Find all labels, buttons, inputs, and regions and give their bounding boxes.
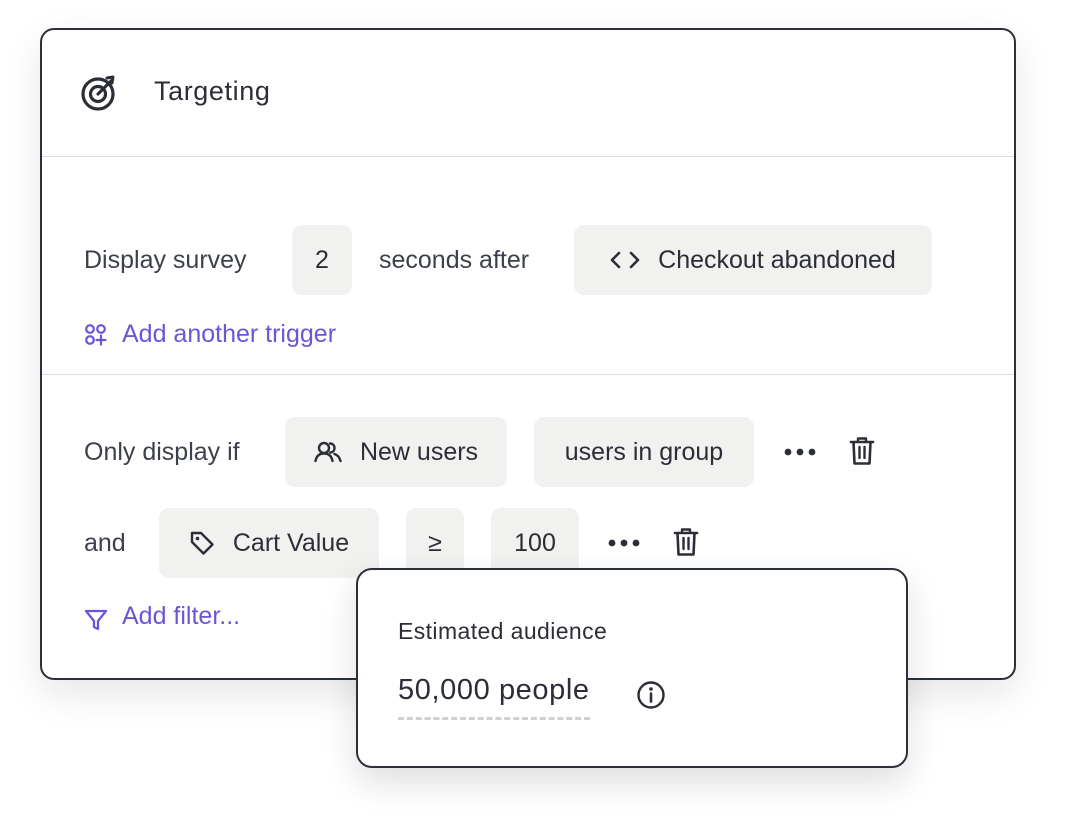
filter-prefix-label: Only display if [84, 438, 240, 466]
add-filter-link[interactable]: Add filter... [84, 600, 240, 632]
tag-icon [190, 531, 214, 555]
and-label: and [84, 529, 126, 557]
info-icon[interactable] [636, 680, 666, 710]
code-icon [610, 251, 640, 269]
property-label: Cart Value [232, 528, 350, 557]
trash-icon[interactable] [673, 527, 699, 557]
group-selector[interactable]: New users [285, 417, 507, 487]
more-options-icon[interactable] [784, 448, 816, 456]
property-selector[interactable]: Cart Value [159, 508, 379, 578]
add-trigger-link[interactable]: Add another trigger [84, 320, 336, 349]
audience-value: 50,000 people [398, 674, 590, 720]
add-trigger-label: Add another trigger [122, 320, 337, 348]
filter-icon [84, 609, 108, 631]
comparator-label: ≥ [428, 528, 442, 557]
users-icon [314, 441, 342, 463]
trigger-event-selector[interactable]: Checkout abandoned [574, 225, 932, 295]
trigger-event-label: Checkout abandoned [658, 245, 896, 274]
group-operator-selector[interactable]: users in group [534, 417, 754, 487]
audience-title: Estimated audience [398, 618, 608, 644]
group-label: New users [359, 437, 479, 466]
more-options-icon[interactable] [608, 539, 640, 547]
group-operator-label: users in group [564, 437, 724, 466]
filter-value: 100 [514, 528, 556, 557]
stage: Targeting Display survey 2 seconds after… [0, 0, 1080, 816]
delay-seconds-input[interactable]: 2 [292, 225, 352, 295]
add-filter-label: Add filter... [122, 601, 241, 630]
panel-header: Targeting [42, 30, 1014, 157]
trash-icon[interactable] [849, 436, 875, 466]
trigger-section: Display survey 2 seconds after Checkout … [42, 156, 1014, 375]
panel-title: Targeting [154, 76, 271, 106]
add-trigger-icon [85, 323, 107, 346]
estimated-audience-popover: Estimated audience 50,000 people [356, 568, 908, 768]
trigger-middle-label: seconds after [379, 246, 530, 274]
target-icon [81, 75, 115, 111]
delay-seconds-value: 2 [315, 245, 329, 274]
trigger-prefix-label: Display survey [84, 246, 247, 274]
